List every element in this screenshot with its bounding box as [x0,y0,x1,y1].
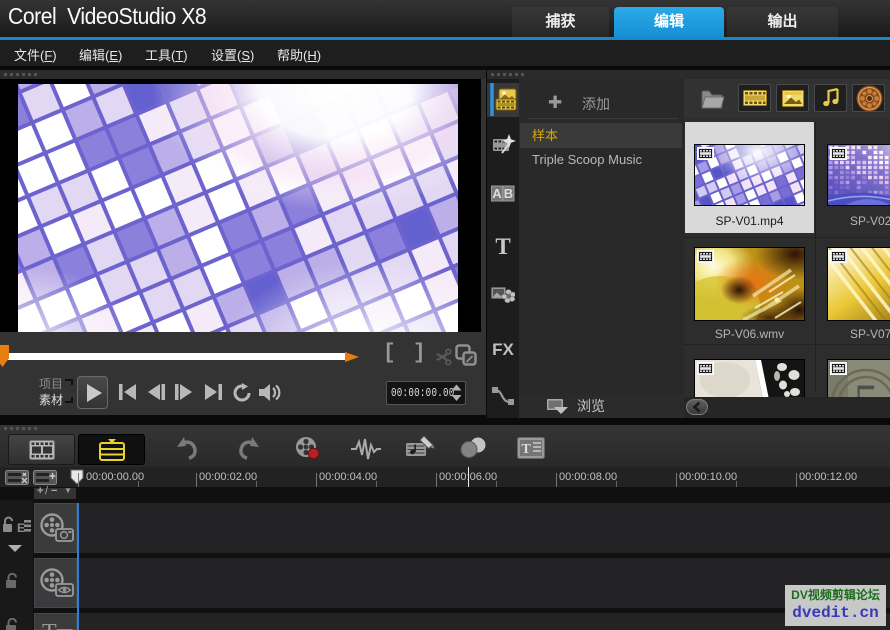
svg-text:T: T [495,234,510,259]
svg-text:E: E [17,521,25,535]
svg-text:T: T [521,442,531,457]
svg-text:A: A [492,186,502,201]
svg-text:FX: FX [492,340,514,359]
svg-text:T: T [42,620,57,630]
svg-text:B: B [504,186,513,201]
svg-text:5: 5 [854,373,879,397]
